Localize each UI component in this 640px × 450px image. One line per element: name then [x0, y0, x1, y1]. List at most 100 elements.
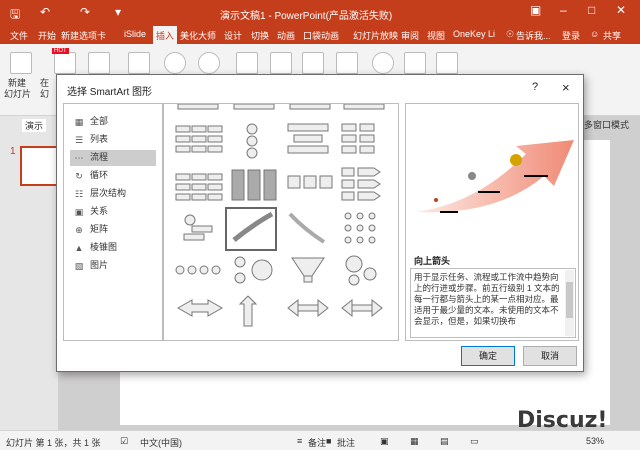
- notes-icon[interactable]: ≡: [297, 436, 302, 446]
- tab-slideshow[interactable]: 幻灯片放映: [353, 29, 398, 42]
- tab-file[interactable]: 文件: [10, 29, 28, 42]
- category-process[interactable]: ⋯ 流程: [70, 150, 156, 166]
- 3d-icon[interactable]: [270, 52, 292, 74]
- login-link[interactable]: 登录: [562, 29, 580, 42]
- ok-button[interactable]: 确定: [461, 346, 515, 366]
- comment-icon[interactable]: [336, 52, 358, 74]
- layout-thumb-basic-list: [175, 125, 223, 153]
- audio-icon[interactable]: [436, 52, 458, 74]
- tab-beautify[interactable]: 美化大师: [180, 29, 216, 42]
- layout-thumb-gear-circle: [234, 256, 273, 284]
- multi-window-mode[interactable]: 多窗口模式: [584, 118, 629, 131]
- category-cycle[interactable]: ↻ 循环: [70, 168, 156, 184]
- picture-icon[interactable]: [164, 52, 186, 74]
- smartart-icon[interactable]: [302, 52, 324, 74]
- tell-me-search[interactable]: 告诉我...: [516, 29, 551, 42]
- category-label: 图片: [90, 260, 109, 270]
- insert-icon[interactable]: [54, 52, 76, 74]
- slide-info: 幻灯片 第 1 张，共 1 张: [6, 438, 101, 448]
- cloud-icon[interactable]: [198, 52, 220, 74]
- slide-insert-icon[interactable]: [88, 52, 110, 74]
- share-button[interactable]: 共享: [603, 29, 621, 42]
- hot-badge: HOT: [52, 48, 69, 54]
- normal-view-icon[interactable]: ▣: [380, 436, 389, 447]
- shapes-icon[interactable]: [236, 52, 258, 74]
- new-slide-icon[interactable]: [10, 52, 32, 74]
- hierarchy-icon: ☷: [74, 189, 84, 199]
- reading-view-icon[interactable]: ▤: [440, 436, 449, 447]
- picture-icon: ▧: [74, 261, 84, 271]
- undo-icon[interactable]: ↶: [40, 5, 50, 19]
- maximize-icon[interactable]: □: [588, 3, 595, 17]
- redo-icon[interactable]: ↷: [80, 5, 90, 19]
- tab-transitions[interactable]: 切换: [251, 29, 269, 42]
- category-all[interactable]: ▦ 全部: [70, 114, 156, 130]
- arrow-point-3: [510, 154, 522, 166]
- arrow-point-2: [468, 172, 476, 180]
- tab-new-tab[interactable]: 新建选项卡: [61, 29, 106, 42]
- tab-pocket-animation[interactable]: 口袋动画: [303, 29, 339, 42]
- close-button[interactable]: ×: [562, 80, 570, 95]
- tab-view[interactable]: 视图: [427, 29, 445, 42]
- comments-icon[interactable]: ■: [326, 436, 331, 446]
- layout-gallery: [163, 103, 399, 341]
- slideshow-view-icon[interactable]: ▭: [470, 436, 479, 447]
- description-scrollbar[interactable]: [565, 270, 574, 336]
- layout-thumb-bending: [183, 214, 213, 241]
- layout-thumb-funnel: [291, 257, 325, 283]
- layout-thumb-arrow-pair: [176, 299, 224, 317]
- symbol-icon[interactable]: [404, 52, 426, 74]
- layout-thumb-opposing-arrows: [287, 298, 329, 318]
- category-pyramid[interactable]: ▲ 棱锥图: [70, 240, 156, 256]
- customize-icon[interactable]: ▾: [115, 5, 121, 19]
- matrix-icon: ⊕: [75, 225, 83, 235]
- tab-review[interactable]: 审阅: [401, 29, 419, 42]
- help-button[interactable]: ?: [532, 81, 538, 93]
- category-list-item[interactable]: ☰ 列表: [70, 132, 156, 148]
- user-icon: ☺: [590, 29, 600, 39]
- tab-onekey[interactable]: OneKey Li: [453, 29, 495, 39]
- category-label: 流程: [90, 152, 109, 162]
- language-status[interactable]: 中文(中国): [140, 436, 182, 449]
- status-bar: 幻灯片 第 1 张，共 1 张 ☑ 中文(中国) ≡ 备注 ■ 批注 ▣ ▦ ▤…: [0, 430, 640, 450]
- tab-home[interactable]: 开始: [38, 29, 56, 42]
- category-relationship[interactable]: ▣ 关系: [70, 204, 156, 220]
- zoom-level[interactable]: 53%: [586, 436, 604, 446]
- category-label: 循环: [90, 170, 109, 180]
- all-icon: ▦: [74, 117, 84, 127]
- category-matrix[interactable]: ⊕ 矩阵: [70, 222, 156, 238]
- process-icon: ⋯: [74, 153, 84, 163]
- layout-thumb-columns: [231, 169, 277, 201]
- slide-sorter-icon[interactable]: ▦: [410, 436, 419, 447]
- tab-islide[interactable]: iSlide: [124, 29, 146, 39]
- spellcheck-icon[interactable]: ☑: [120, 436, 128, 447]
- comments-button[interactable]: 批注: [337, 436, 355, 449]
- title-bar: 🖫 ↶ ↷ ▾ 演示文稿1 - PowerPoint(产品激活失败) ▣ – □…: [0, 0, 640, 26]
- category-label: 矩阵: [90, 224, 109, 234]
- category-label: 全部: [90, 116, 109, 126]
- tab-design[interactable]: 设计: [224, 29, 242, 42]
- table-icon[interactable]: [128, 52, 150, 74]
- layout-description: 用于显示任务、流程或工作流中趋势向上的行进或步骤。前五行级别 1 文本的每一行都…: [410, 268, 576, 338]
- slide-thumbnail[interactable]: [20, 146, 58, 186]
- link-icon[interactable]: [372, 52, 394, 74]
- ribbon-display-icon[interactable]: ▣: [530, 3, 541, 17]
- smartart-dialog: 选择 SmartArt 图形 ? × ▦ 全部 ☰ 列表 ⋯ 流程 ↻ 循环 ☷ 层次结构…: [56, 74, 584, 372]
- notes-button[interactable]: 备注: [308, 436, 326, 449]
- window-title: 演示文稿1 - PowerPoint(产品激活失败): [220, 11, 393, 22]
- description-scroll-thumb[interactable]: [566, 282, 573, 318]
- close-window-icon[interactable]: ✕: [616, 3, 626, 17]
- minimize-icon[interactable]: –: [560, 3, 567, 17]
- layout-thumb-flow: [341, 123, 375, 154]
- tab-insert[interactable]: 插入: [153, 26, 178, 44]
- layout-thumb-dots: [344, 212, 376, 244]
- category-picture[interactable]: ▧ 图片: [70, 258, 156, 274]
- category-hierarchy[interactable]: ☷ 层次结构: [70, 186, 156, 202]
- pyramid-icon: ▲: [74, 243, 84, 253]
- lightbulb-icon: ☉: [506, 29, 515, 39]
- cancel-button[interactable]: 取消: [523, 346, 577, 366]
- save-icon[interactable]: 🖫: [10, 5, 20, 26]
- tab-animations[interactable]: 动画: [277, 29, 295, 42]
- dialog-title: 选择 SmartArt 图形: [67, 87, 153, 98]
- pane-tab[interactable]: 演示: [22, 119, 47, 132]
